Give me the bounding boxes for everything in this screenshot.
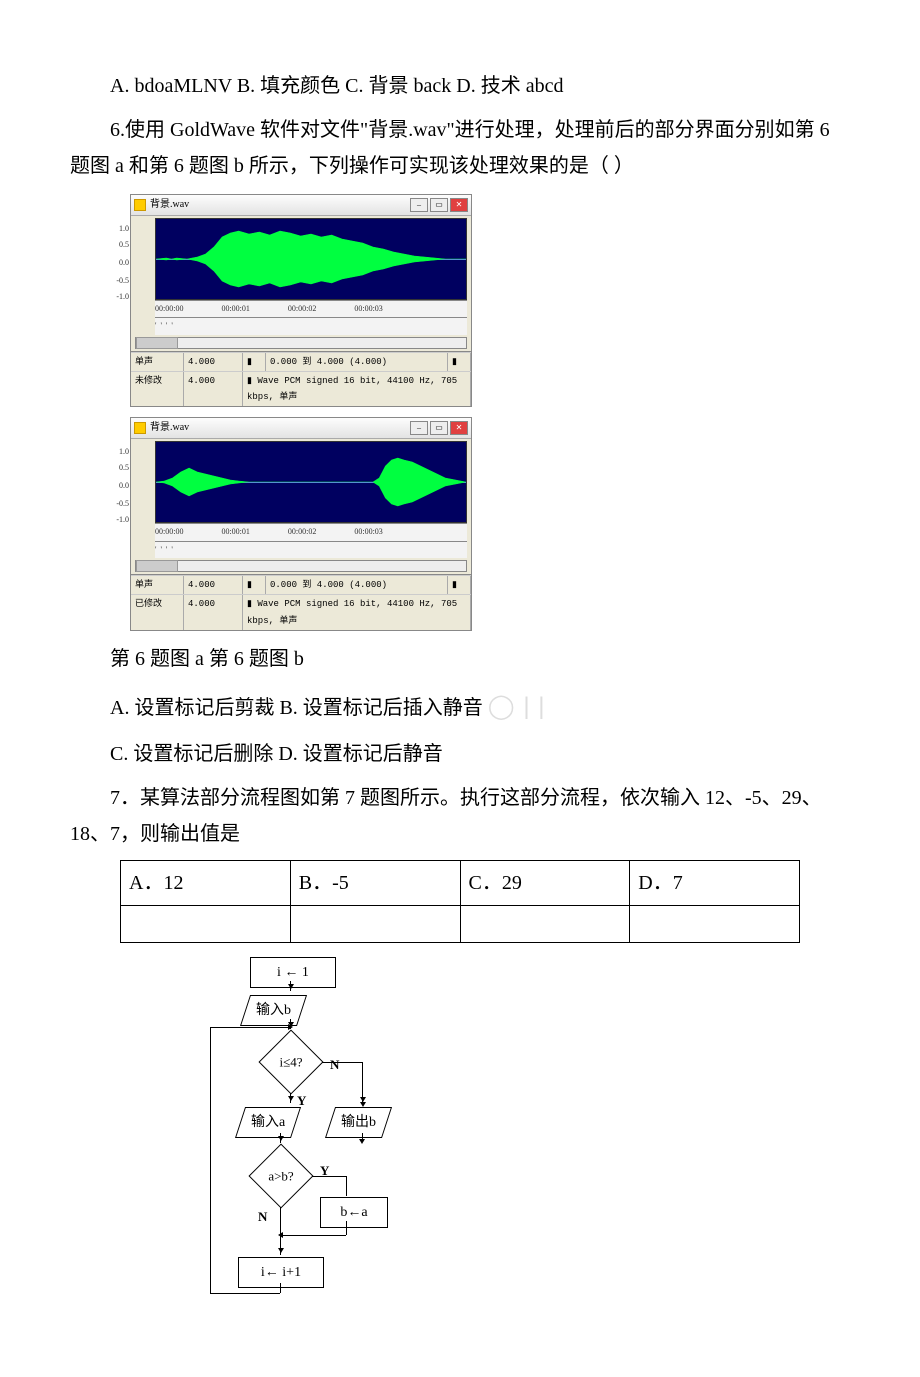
flow-node-increment: i← i+1 xyxy=(238,1257,324,1288)
q6-options-line1: A. 设置标记后剪裁 B. 设置标记后插入静音 ◯ | | xyxy=(70,685,850,728)
q7-flowchart: i ← 1 输入b i≤4? N Y 输入a 输出b a>b? Y N b←a xyxy=(180,957,410,1317)
figure-a-titlebar: 背景.wav xyxy=(131,195,471,216)
q7-answer-table: A．12 B．-5 C．29 D．7 xyxy=(120,860,800,943)
timeline-minor: ' ' ' ' xyxy=(155,541,467,558)
flow-decision-i: i≤4? xyxy=(260,1031,322,1093)
q6-figures: 背景.wav 1.0 0.5 0.0 -0.5 -1.0 00:00:00 xyxy=(130,194,850,631)
maximize-icon[interactable] xyxy=(430,198,448,212)
q5-options: A. bdoaMLNV B. 填充颜色 C. 背景 back D. 技术 abc… xyxy=(70,68,850,104)
status-icon: ▮ xyxy=(243,576,266,594)
app-icon xyxy=(134,422,146,434)
blank-cell xyxy=(630,905,800,942)
flow-node-input-a: 输入a xyxy=(235,1107,301,1138)
ylabel: -0.5 xyxy=(109,274,129,288)
status-length: 4.000 xyxy=(184,576,243,594)
tick: 00:00:03 xyxy=(354,525,382,539)
label-y: Y xyxy=(320,1159,329,1182)
timeline: 00:00:00 00:00:01 00:00:02 00:00:03 xyxy=(155,523,467,540)
figure-b-titlebar: 背景.wav xyxy=(131,418,471,439)
tick: 00:00:02 xyxy=(288,525,316,539)
minimize-icon[interactable] xyxy=(410,421,428,435)
status-length: 4.000 xyxy=(184,353,243,371)
tick: 00:00:01 xyxy=(221,525,249,539)
tick: 00:00:01 xyxy=(221,302,249,316)
q6-options-line2: C. 设置标记后删除 D. 设置标记后静音 xyxy=(70,736,850,772)
timeline: 00:00:00 00:00:01 00:00:02 00:00:03 xyxy=(155,300,467,317)
q6-stem: 6.使用 GoldWave 软件对文件"背景.wav"进行处理，处理前后的部分界… xyxy=(70,112,850,184)
flow-node-assign: b←a xyxy=(320,1197,388,1228)
status-icon: ▮ xyxy=(243,353,266,371)
q6-caption: 第 6 题图 a 第 6 题图 b xyxy=(70,641,850,677)
close-icon[interactable] xyxy=(450,421,468,435)
watermark-icon: ◯ | | xyxy=(488,693,546,720)
timeline-minor: ' ' ' ' xyxy=(155,317,467,334)
ylabel: 1.0 xyxy=(109,222,129,236)
q7-opt-d: D．7 xyxy=(630,860,800,905)
figure-a-window: 背景.wav 1.0 0.5 0.0 -0.5 -1.0 00:00:00 xyxy=(130,194,472,407)
ylabel: 0.0 xyxy=(109,479,129,493)
maximize-icon[interactable] xyxy=(430,421,448,435)
q7-opt-a: A．12 xyxy=(121,860,291,905)
ylabel: 0.5 xyxy=(109,461,129,475)
tick: 00:00:02 xyxy=(288,302,316,316)
flow-node-output-b: 输出b xyxy=(325,1107,392,1138)
q7-stem: 7．某算法部分流程图如第 7 题图所示。执行这部分流程，依次输入 12、-5、2… xyxy=(70,780,850,852)
tick: 00:00:00 xyxy=(155,302,183,316)
ylabel: -1.0 xyxy=(109,513,129,527)
figure-b-title: 背景.wav xyxy=(150,419,189,437)
status-length: 4.000 xyxy=(184,372,243,406)
status-modified: 已修改 xyxy=(131,595,184,629)
flow-decision-ab: a>b? xyxy=(250,1145,312,1207)
status-icon: ▮ xyxy=(448,353,471,371)
q7-opt-b: B．-5 xyxy=(290,860,460,905)
ylabel: -1.0 xyxy=(109,290,129,304)
minor-ticks: ' ' ' ' xyxy=(155,319,174,333)
scrollbar[interactable] xyxy=(135,337,467,349)
status-modified: 未修改 xyxy=(131,372,184,406)
table-row xyxy=(121,905,800,942)
status-format: ▮ Wave PCM signed 16 bit, 44100 Hz, 705 … xyxy=(243,595,471,629)
status-format: ▮ Wave PCM signed 16 bit, 44100 Hz, 705 … xyxy=(243,372,471,406)
q7-opt-c: C．29 xyxy=(460,860,630,905)
status-channel: 单声 xyxy=(131,353,184,371)
blank-cell xyxy=(121,905,291,942)
figure-b-waveform xyxy=(155,441,467,523)
ylabel: -0.5 xyxy=(109,497,129,511)
minor-ticks: ' ' ' ' xyxy=(155,543,174,557)
close-icon[interactable] xyxy=(450,198,468,212)
ylabel: 0.5 xyxy=(109,238,129,252)
flow-node-input-b: 输入b xyxy=(240,995,307,1026)
label-n: N xyxy=(258,1205,267,1228)
status-channel: 单声 xyxy=(131,576,184,594)
status-icon: ▮ xyxy=(448,576,471,594)
ylabel: 0.0 xyxy=(109,256,129,270)
figure-a-title: 背景.wav xyxy=(150,196,189,214)
ylabel: 1.0 xyxy=(109,445,129,459)
figure-a-waveform xyxy=(155,218,467,300)
blank-cell xyxy=(290,905,460,942)
q6-opt-ab: A. 设置标记后剪裁 B. 设置标记后插入静音 xyxy=(110,697,483,719)
app-icon xyxy=(134,199,146,211)
status-range: 0.000 到 4.000 (4.000) xyxy=(266,576,448,594)
status-length: 4.000 xyxy=(184,595,243,629)
figure-a-status: 单声 4.000 ▮ 0.000 到 4.000 (4.000) ▮ 未修改 4… xyxy=(131,351,471,407)
minimize-icon[interactable] xyxy=(410,198,428,212)
blank-cell xyxy=(460,905,630,942)
scrollbar[interactable] xyxy=(135,560,467,572)
figure-b-window: 背景.wav 1.0 0.5 0.0 -0.5 -1.0 00:00:00 xyxy=(130,417,472,630)
status-range: 0.000 到 4.000 (4.000) xyxy=(266,353,448,371)
tick: 00:00:00 xyxy=(155,525,183,539)
label-n: N xyxy=(330,1053,339,1076)
table-row: A．12 B．-5 C．29 D．7 xyxy=(121,860,800,905)
figure-b-status: 单声 4.000 ▮ 0.000 到 4.000 (4.000) ▮ 已修改 4… xyxy=(131,574,471,630)
tick: 00:00:03 xyxy=(354,302,382,316)
